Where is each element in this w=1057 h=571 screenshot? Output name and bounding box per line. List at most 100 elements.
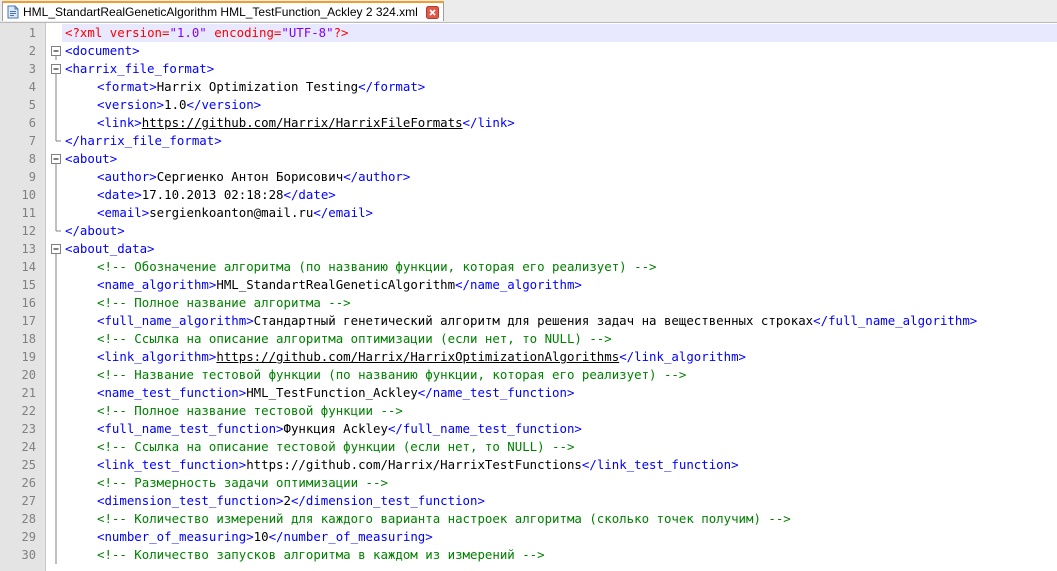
code-line[interactable]: 18 <!-- Ссылка на описание алгоритма опти… — [0, 330, 1057, 348]
code-text: <about> — [65, 150, 117, 168]
xml-tag: <date> — [97, 187, 142, 202]
code-editor[interactable]: 1 <?xml version="1.0" encoding="UTF-8"?> 2… — [0, 23, 1057, 571]
code-line[interactable]: 13 <about_data> — [0, 240, 1057, 258]
fold-line — [50, 258, 62, 276]
code-line[interactable]: 11 <email>sergienkoanton@mail.ru</email> — [0, 204, 1057, 222]
url-link[interactable]: https://github.com/Harrix/HarrixFileForm… — [142, 115, 463, 130]
fold-collapse-icon[interactable] — [50, 60, 62, 78]
xml-tag: <dimension_test_function> — [97, 493, 284, 508]
line-number: 23 — [21, 422, 36, 436]
xml-comment: <!-- Название тестовой функции (по назва… — [97, 367, 687, 382]
code-lines: 1 <?xml version="1.0" encoding="UTF-8"?> 2… — [0, 24, 1057, 564]
fold-line — [50, 528, 62, 546]
code-line[interactable]: 1 <?xml version="1.0" encoding="UTF-8"?> — [0, 24, 1057, 42]
code-line[interactable]: 22 <!-- Полное название тестовой функции … — [0, 402, 1057, 420]
fold-line — [50, 366, 62, 384]
line-background — [62, 222, 1057, 240]
fold-line — [50, 546, 62, 564]
code-line[interactable]: 6 <link>https://github.com/Harrix/HarrixF… — [0, 114, 1057, 132]
code-line[interactable]: 26 <!-- Размерность задачи оптимизации --… — [0, 474, 1057, 492]
code-line[interactable]: 21 <name_test_function>HML_TestFunction_A… — [0, 384, 1057, 402]
code-line[interactable]: 10 <date>17.10.2013 02:18:28</date> — [0, 186, 1057, 204]
xml-tag: </author> — [343, 169, 411, 184]
line-number: 17 — [21, 314, 36, 328]
code-text: <date>17.10.2013 02:18:28</date> — [65, 186, 336, 204]
code-line[interactable]: 20 <!-- Название тестовой функции (по наз… — [0, 366, 1057, 384]
fold-collapse-icon[interactable] — [50, 42, 62, 60]
line-number: 2 — [28, 44, 36, 58]
code-text: <dimension_test_function>2</dimension_te… — [65, 492, 485, 510]
code-line[interactable]: 8 <about> — [0, 150, 1057, 168]
line-number: 14 — [21, 260, 36, 274]
code-line[interactable]: 27 <dimension_test_function>2</dimension_… — [0, 492, 1057, 510]
fold-line — [50, 402, 62, 420]
xml-comment: <!-- Размерность задачи оптимизации --> — [97, 475, 388, 490]
code-text: <full_name_algorithm>Стандартный генетич… — [65, 312, 977, 330]
fold-line — [50, 168, 62, 186]
line-number: 12 — [21, 224, 36, 238]
fold-line — [50, 510, 62, 528]
code-line[interactable]: 12 </about> — [0, 222, 1057, 240]
code-line[interactable]: 28 <!-- Количество измерений для каждого … — [0, 510, 1057, 528]
line-number: 10 — [21, 188, 36, 202]
line-number: 26 — [21, 476, 36, 490]
code-line[interactable]: 3 <harrix_file_format> — [0, 60, 1057, 78]
xml-tag: </number_of_measuring> — [268, 529, 433, 544]
line-number: 22 — [21, 404, 36, 418]
code-line[interactable]: 16 <!-- Полное название алгоритма --> — [0, 294, 1057, 312]
code-text: </about> — [65, 222, 125, 240]
line-number: 20 — [21, 368, 36, 382]
code-line[interactable]: 19 <link_algorithm>https://github.com/Har… — [0, 348, 1057, 366]
code-line[interactable]: 14 <!-- Обозначение алгоритма (по названи… — [0, 258, 1057, 276]
xml-tag: </link> — [462, 115, 515, 130]
element-text: https://github.com/Harrix/HarrixTestFunc… — [246, 457, 582, 472]
close-tab-icon[interactable] — [425, 5, 439, 19]
code-text: <name_test_function>HML_TestFunction_Ack… — [65, 384, 574, 402]
code-text: <!-- Размерность задачи оптимизации --> — [65, 474, 388, 492]
fold-collapse-icon[interactable] — [50, 240, 62, 258]
code-line[interactable]: 17 <full_name_algorithm>Стандартный генет… — [0, 312, 1057, 330]
element-text: 2 — [283, 493, 291, 508]
element-text: Harrix Optimization Testing — [156, 79, 359, 94]
line-number: 9 — [28, 170, 36, 184]
code-text: <email>sergienkoanton@mail.ru</email> — [65, 204, 373, 222]
line-number: 28 — [21, 512, 36, 526]
code-line[interactable]: 2 <document> — [0, 42, 1057, 60]
line-number: 30 — [21, 548, 36, 562]
code-line[interactable]: 23 <full_name_test_function>Функция Ackle… — [0, 420, 1057, 438]
code-text: <!-- Количество измерений для каждого ва… — [65, 510, 791, 528]
url-link[interactable]: https://github.com/Harrix/HarrixOptimiza… — [216, 349, 619, 364]
code-text: <?xml version="1.0" encoding="UTF-8"?> — [65, 24, 349, 42]
element-text: 10 — [253, 529, 269, 544]
code-line[interactable]: 29 <number_of_measuring>10</number_of_mea… — [0, 528, 1057, 546]
code-line[interactable]: 9 <author>Сергиенко Антон Борисович</auth… — [0, 168, 1057, 186]
code-line[interactable]: 4 <format>Harrix Optimization Testing</fo… — [0, 78, 1057, 96]
code-line[interactable]: 24 <!-- Ссылка на описание тестовой функц… — [0, 438, 1057, 456]
fold-line — [50, 330, 62, 348]
fold-collapse-icon[interactable] — [50, 150, 62, 168]
code-text: <version>1.0</version> — [65, 96, 261, 114]
code-line[interactable]: 15 <name_algorithm>HML_StandartRealGeneti… — [0, 276, 1057, 294]
file-tab[interactable]: HML_StandartRealGeneticAlgorithm HML_Tes… — [2, 1, 444, 21]
xml-tag: <link> — [97, 115, 142, 130]
fold-empty — [50, 24, 62, 42]
line-number: 13 — [21, 242, 36, 256]
xml-tag: <full_name_test_function> — [97, 421, 284, 436]
line-number: 27 — [21, 494, 36, 508]
xml-tag: <full_name_algorithm> — [97, 313, 254, 328]
code-line[interactable]: 30 <!-- Количество запусков алгоритма в к… — [0, 546, 1057, 564]
element-text: HML_TestFunction_Ackley — [246, 385, 418, 400]
xml-declaration: ?> — [333, 25, 349, 40]
line-number: 19 — [21, 350, 36, 364]
code-text: <name_algorithm>HML_StandartRealGeneticA… — [65, 276, 582, 294]
code-line[interactable]: 7 </harrix_file_format> — [0, 132, 1057, 150]
xml-tag: <about> — [65, 151, 118, 166]
code-text: <!-- Количество запусков алгоритма в каж… — [65, 546, 545, 564]
code-text: <author>Сергиенко Антон Борисович</autho… — [65, 168, 410, 186]
fold-line — [50, 204, 62, 222]
code-line[interactable]: 5 <version>1.0</version> — [0, 96, 1057, 114]
code-line[interactable]: 25 <link_test_function>https://github.com… — [0, 456, 1057, 474]
fold-end-marker — [50, 132, 62, 150]
fold-line — [50, 312, 62, 330]
xml-comment: <!-- Количество измерений для каждого ва… — [97, 511, 791, 526]
